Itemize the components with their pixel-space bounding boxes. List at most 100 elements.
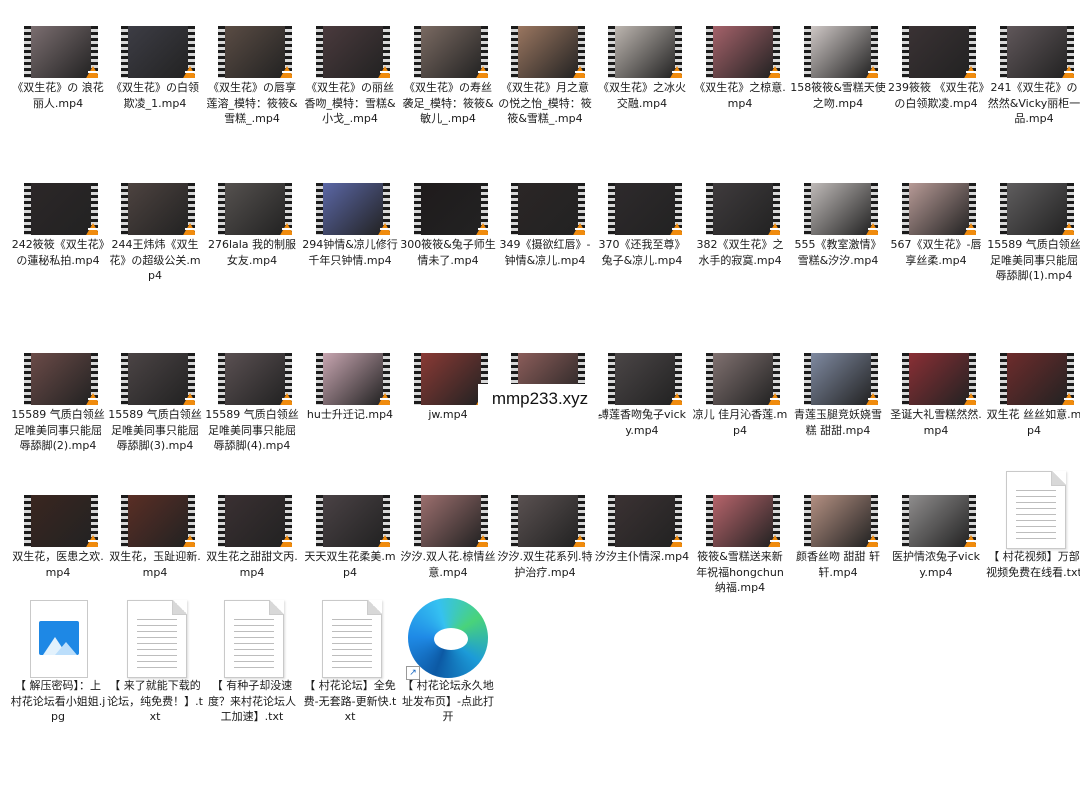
file-name-label: 15589 气质白领丝足唯美同事只能屈辱舔脚(3).mp4	[108, 408, 202, 452]
file-name-label: 158筱筱&雪糕天使之吻.mp4	[790, 81, 886, 110]
file-name-label: 【 有种子却没速度？来村花论坛人工加速】.txt	[208, 679, 296, 723]
video-thumbnail-icon	[511, 26, 585, 78]
file-name-label: 颜香丝吻 甜甜 轩轩.mp4	[796, 550, 880, 579]
file-name-label: 276lala 我的制服女友.mp4	[207, 238, 297, 267]
vlc-cone-icon	[1061, 66, 1074, 78]
file-name-label: 双生花之甜甜文丙.mp4	[206, 550, 298, 579]
vlc-cone-icon	[279, 66, 292, 78]
file-name-label: 缚莲香吻兔子vicky.mp4	[598, 408, 686, 437]
file-name-label: 青莲玉腿竞妖娆雪糕 甜甜.mp4	[794, 408, 882, 437]
file-name-label: 244王炜炜《双生花》の超级公关.mp4	[109, 238, 201, 282]
file-name-label: 《双生花》之椋意.mp4	[694, 81, 786, 110]
video-thumbnail-icon	[706, 26, 780, 78]
file-name-label: 《双生花》の唇享莲溶_模特：筱筱&雪糕_.mp4	[206, 81, 298, 125]
vlc-cone-icon	[85, 535, 98, 547]
vlc-cone-icon	[85, 223, 98, 235]
file-name-label: 汐汐.双生花系列.特护治疗.mp4	[497, 550, 593, 579]
text-document-icon	[224, 600, 284, 678]
file-name-label: 【 村花视频】万部视频免费在线看.txt	[986, 550, 1080, 579]
vlc-cone-icon	[767, 66, 780, 78]
video-thumbnail-icon	[414, 353, 488, 405]
video-thumbnail-icon	[316, 353, 390, 405]
video-thumbnail-icon	[414, 495, 488, 547]
vlc-cone-icon	[865, 66, 878, 78]
file-name-label: 《双生花》の寿丝袭足_模特：筱筱&敏儿_.mp4	[402, 81, 494, 125]
video-thumbnail-icon	[24, 26, 98, 78]
video-thumbnail-icon	[1000, 26, 1074, 78]
file-name-label: 双生花 丝丝如意.mp4	[986, 408, 1080, 437]
video-thumbnail-icon	[121, 26, 195, 78]
file-name-label: 医护情浓兔子vicky.mp4	[892, 550, 980, 579]
file-name-label: hu士升迁记.mp4	[306, 408, 394, 421]
file-name-label: 《双生花》の丽丝香吻_模特：雪糕&小戈_.mp4	[304, 81, 396, 125]
vlc-cone-icon	[182, 223, 195, 235]
file-name-label: 【 村花论坛】全免费-无套路-更新快.txt	[303, 679, 397, 723]
file-name-label: 【 村花论坛永久地址发布页】-点此打开	[402, 679, 494, 723]
vlc-cone-icon	[279, 393, 292, 405]
file-name-label: 《双生花》之冰火交融.mp4	[598, 81, 686, 110]
vlc-cone-icon	[475, 535, 488, 547]
vlc-cone-icon	[669, 223, 682, 235]
file-name-label: 241《双生花》の 然然&Vicky丽柜一品.mp4	[987, 81, 1080, 125]
vlc-cone-icon	[475, 66, 488, 78]
vlc-cone-icon	[963, 223, 976, 235]
vlc-cone-icon	[669, 535, 682, 547]
video-thumbnail-icon	[804, 353, 878, 405]
vlc-cone-icon	[1061, 223, 1074, 235]
text-document-icon	[127, 600, 187, 678]
video-thumbnail-icon	[608, 353, 682, 405]
file-name-label: 567《双生花》-唇享丝柔.mp4	[890, 238, 982, 267]
vlc-cone-icon	[669, 393, 682, 405]
vlc-cone-icon	[963, 66, 976, 78]
file-name-label: 圣诞大礼雪糕然然.mp4	[890, 408, 982, 437]
vlc-cone-icon	[377, 393, 390, 405]
vlc-cone-icon	[377, 223, 390, 235]
video-thumbnail-icon	[24, 183, 98, 235]
video-thumbnail-icon	[902, 353, 976, 405]
file-name-label: 300筱筱&兔子师生情未了.mp4	[400, 238, 496, 267]
file-name-label: 239筱筱 《双生花》の白领欺凌.mp4	[888, 81, 984, 110]
vlc-cone-icon	[182, 66, 195, 78]
video-thumbnail-icon	[902, 495, 976, 547]
video-thumbnail-icon	[316, 183, 390, 235]
video-thumbnail-icon	[218, 183, 292, 235]
vlc-cone-icon	[182, 535, 195, 547]
file-name-label: 370《还我至尊》兔子&凉儿.mp4	[598, 238, 686, 267]
edge-browser-icon	[408, 598, 488, 678]
video-thumbnail-icon	[24, 495, 98, 547]
vlc-cone-icon	[572, 66, 585, 78]
video-thumbnail-icon	[804, 26, 878, 78]
video-thumbnail-icon	[1000, 353, 1074, 405]
video-thumbnail-icon	[218, 353, 292, 405]
file-name-label: 555《教室激情》雪糕&汐汐.mp4	[794, 238, 882, 267]
file-name-label: 349《摄欲红唇》-钟情&凉儿.mp4	[499, 238, 591, 267]
video-thumbnail-icon	[1000, 183, 1074, 235]
video-thumbnail-icon	[511, 495, 585, 547]
file-name-label: 【 来了就能下载的论坛，纯免费！】.txt	[107, 679, 203, 723]
video-thumbnail-icon	[414, 26, 488, 78]
vlc-cone-icon	[669, 66, 682, 78]
file-name-label: 294钟情&凉儿修行千年只钟情.mp4	[302, 238, 398, 267]
vlc-cone-icon	[377, 535, 390, 547]
vlc-cone-icon	[279, 535, 292, 547]
video-thumbnail-icon	[218, 26, 292, 78]
video-thumbnail-icon	[121, 495, 195, 547]
file-name-label: 15589 气质白领丝足唯美同事只能屈辱舔脚(2).mp4	[11, 408, 105, 452]
video-thumbnail-icon	[706, 353, 780, 405]
video-thumbnail-icon	[511, 183, 585, 235]
file-name-label: 凉儿 佳月沁香莲.mp4	[692, 408, 788, 437]
file-name-label: 筱筱&雪糕送来新年祝福hongchun纳福.mp4	[696, 550, 784, 594]
vlc-cone-icon	[1061, 393, 1074, 405]
file-name-label: 《双生花》の 浪花丽人.mp4	[12, 81, 104, 110]
video-thumbnail-icon	[706, 183, 780, 235]
file-name-label: 汐汐.双人花.椋情丝意.mp4	[400, 550, 496, 579]
video-thumbnail-icon	[608, 495, 682, 547]
file-name-label: 242筱筱《双生花》の蓮秘私拍.mp4	[11, 238, 105, 267]
file-name-label: 《双生花》の白领欺凌_1.mp4	[111, 81, 199, 110]
vlc-cone-icon	[475, 223, 488, 235]
vlc-cone-icon	[865, 223, 878, 235]
vlc-cone-icon	[279, 223, 292, 235]
file-name-label: 《双生花》月之意の悦之怡_模特：筱筱&雪糕_.mp4	[498, 81, 592, 125]
video-thumbnail-icon	[706, 495, 780, 547]
vlc-cone-icon	[767, 535, 780, 547]
